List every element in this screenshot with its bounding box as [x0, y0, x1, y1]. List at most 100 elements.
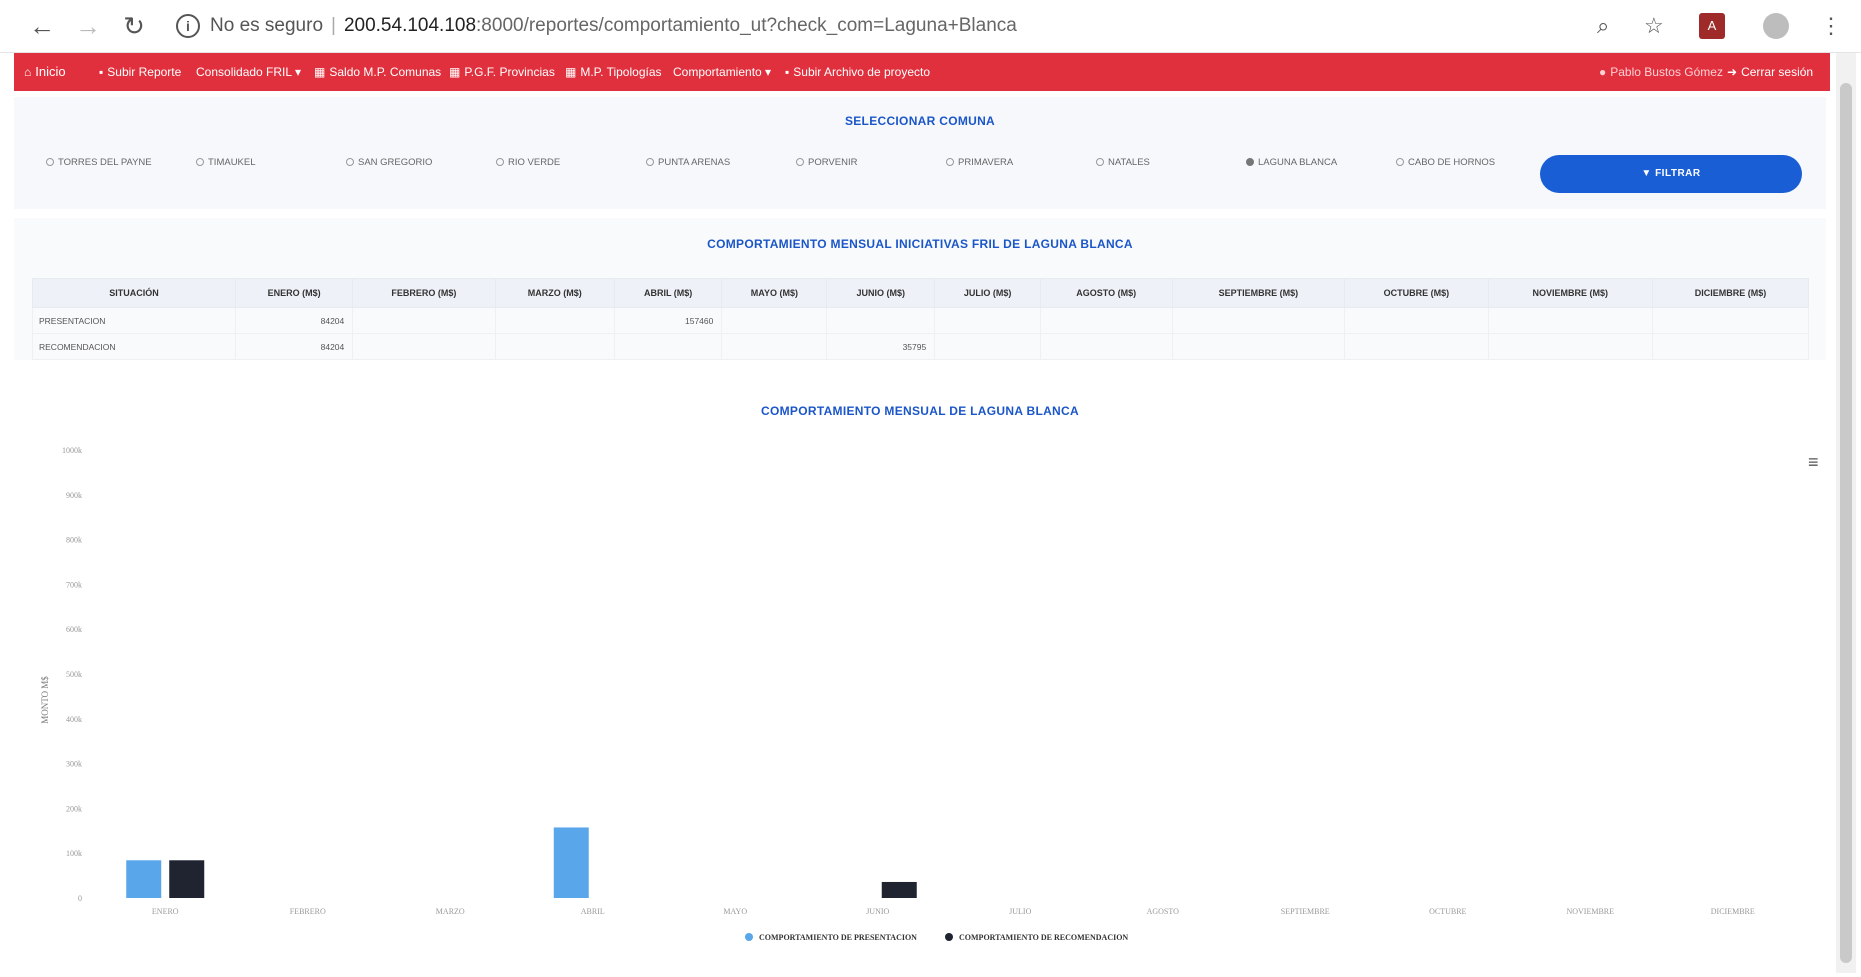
table-header: FEBRERO (M$) [352, 278, 496, 308]
radio-dot-icon [346, 158, 354, 167]
filter-button[interactable]: ▼ FILTRAR [1540, 155, 1802, 193]
x-tick-label: JUNIO [866, 907, 889, 916]
info-icon[interactable]: i [176, 13, 200, 38]
y-tick-label: 300k [66, 760, 82, 769]
table-header: OCTUBRE (M$) [1344, 278, 1489, 308]
table-cell: 157460 [613, 307, 723, 334]
table-cell [1039, 307, 1173, 334]
radio-dot-icon [646, 158, 654, 167]
table-cell [721, 307, 828, 334]
bar-presentacion[interactable] [126, 860, 162, 898]
x-tick-label: SEPTIEMBRE [1281, 907, 1330, 916]
radio-dot-icon [1096, 158, 1104, 167]
x-tick-label: OCTUBRE [1429, 907, 1466, 916]
radio-cabo-de-hornos[interactable]: CABO DE HORNOS [1396, 157, 1495, 168]
table-header: JULIO (M$) [934, 278, 1041, 308]
radio-punta-arenas[interactable]: PUNTA ARENAS [646, 157, 730, 168]
legend-item[interactable]: COMPORTAMIENTO DE PRESENTACION [759, 933, 917, 942]
logout-button[interactable]: ➜ Cerrar sesión [1727, 53, 1813, 91]
home-icon: ⌂ [24, 65, 32, 79]
x-tick-label: ENERO [152, 907, 179, 916]
nav-item-tipologias[interactable]: ▦ M.P. Tipologías [565, 53, 662, 91]
nav-item-comportamiento[interactable]: Comportamiento ▾ [673, 53, 771, 91]
user-menu[interactable]: ● Pablo Bustos Gómez [1599, 53, 1723, 91]
table-header: DICIEMBRE (M$) [1651, 278, 1810, 308]
radio-dot-selected-icon [1246, 158, 1254, 167]
nav-item-saldo[interactable]: ▦ Saldo M.P. Comunas [314, 53, 441, 91]
table-cell [1171, 333, 1346, 360]
table-cell [1651, 333, 1810, 360]
legend-item[interactable]: COMPORTAMIENTO DE RECOMENDACION [959, 933, 1128, 942]
table-cell [934, 333, 1041, 360]
zoom-icon[interactable]: ⌕ [1597, 10, 1609, 42]
y-tick-label: 200k [66, 804, 82, 813]
table-cell [1344, 333, 1489, 360]
scrollbar-thumb[interactable] [1840, 83, 1852, 963]
table-header: MARZO (M$) [494, 278, 615, 308]
x-tick-label: JULIO [1009, 907, 1031, 916]
legend-marker-icon [745, 933, 753, 941]
radio-laguna-blanca[interactable]: LAGUNA BLANCA [1246, 157, 1337, 168]
radio-dot-icon [1396, 158, 1404, 167]
kebab-menu-icon[interactable]: ⋮ [1820, 10, 1842, 42]
table-icon: ▦ [565, 65, 577, 79]
address-bar[interactable]: i No es seguro | 200.54.104.108:8000/report… [176, 8, 1017, 44]
table-row: RECOMENDACION 84204 35795 [32, 333, 1810, 360]
table-title: COMPORTAMIENTO MENSUAL INICIATIVAS FRIL … [707, 237, 1133, 251]
table-row: PRESENTACION 84204 157460 [32, 307, 1810, 334]
bar-recomendacion[interactable] [881, 881, 917, 898]
bar-recomendacion[interactable] [169, 860, 205, 898]
pdf-extension-icon[interactable]: A [1699, 13, 1725, 39]
profile-avatar-icon[interactable] [1763, 13, 1789, 39]
x-tick-label: ABRIL [581, 907, 605, 916]
nav-item-subir-reporte[interactable]: ▪ Subir Reporte [99, 53, 181, 91]
table-header: MAYO (M$) [721, 278, 828, 308]
filter-icon: ▼ [1641, 168, 1656, 179]
chart-title: COMPORTAMIENTO MENSUAL DE LAGUNA BLANCA [761, 404, 1079, 418]
file-icon: ▪ [785, 65, 790, 79]
reload-icon[interactable]: ↻ [116, 8, 152, 44]
star-icon[interactable]: ☆ [1644, 10, 1664, 42]
radio-san-gregorio[interactable]: SAN GREGORIO [346, 157, 432, 168]
table-cell [1487, 333, 1653, 360]
table-cell [1171, 307, 1346, 334]
x-tick-label: NOVIEMBRE [1566, 907, 1614, 916]
url-host: 200.54.104.108 [343, 15, 477, 36]
radio-porvenir[interactable]: PORVENIR [796, 157, 857, 168]
page-scrollbar[interactable] [1836, 53, 1856, 973]
nav-item-pgf[interactable]: ▦ P.G.F. Provincias [449, 53, 555, 91]
radio-timaukel[interactable]: TIMAUKEL [196, 157, 256, 168]
table-cell [1344, 307, 1489, 334]
table-header: ABRIL (M$) [613, 278, 723, 308]
radio-rio-verde[interactable]: RIO VERDE [496, 157, 560, 168]
y-tick-label: 900k [66, 491, 82, 500]
table-cell: RECOMENDACION [32, 333, 236, 360]
radio-dot-icon [196, 158, 204, 167]
table-icon: ▦ [449, 65, 461, 79]
y-axis-label: MONTO M$ [40, 676, 50, 724]
radio-primavera[interactable]: PRIMAVERA [946, 157, 1013, 168]
bar-presentacion[interactable] [553, 827, 589, 898]
forward-arrow-icon[interactable]: → [70, 8, 106, 44]
y-tick-label: 500k [66, 670, 82, 679]
table-cell [494, 307, 615, 334]
radio-torres-del-payne[interactable]: TORRES DEL PAYNE [46, 157, 152, 168]
table-cell: 35795 [826, 333, 936, 360]
security-label: No es seguro [210, 15, 324, 36]
table-cell [613, 333, 723, 360]
radio-dot-icon [496, 158, 504, 167]
nav-item-consolidado[interactable]: Consolidado FRIL ▾ [196, 53, 301, 91]
app-navbar: ⌂ Inicio ▪ Subir Reporte Consolidado FRIL … [14, 53, 1830, 91]
table-cell [934, 307, 1041, 334]
nav-item-subir-archivo[interactable]: ▪ Subir Archivo de proyecto [785, 53, 930, 91]
y-tick-label: 700k [66, 580, 82, 589]
back-arrow-icon[interactable]: ← [24, 8, 60, 44]
x-tick-label: MAYO [723, 907, 747, 916]
radio-natales[interactable]: NATALES [1096, 157, 1150, 168]
url-path: :8000/reportes/comportamiento_ut?check_c… [476, 15, 1017, 36]
x-tick-label: AGOSTO [1147, 907, 1180, 916]
table-cell [352, 307, 496, 334]
x-tick-label: FEBRERO [290, 907, 326, 916]
browser-toolbar: ← → ↻ i No es seguro | 200.54.104.108:8000/… [0, 0, 1861, 53]
nav-item-inicio[interactable]: ⌂ Inicio [24, 53, 66, 91]
